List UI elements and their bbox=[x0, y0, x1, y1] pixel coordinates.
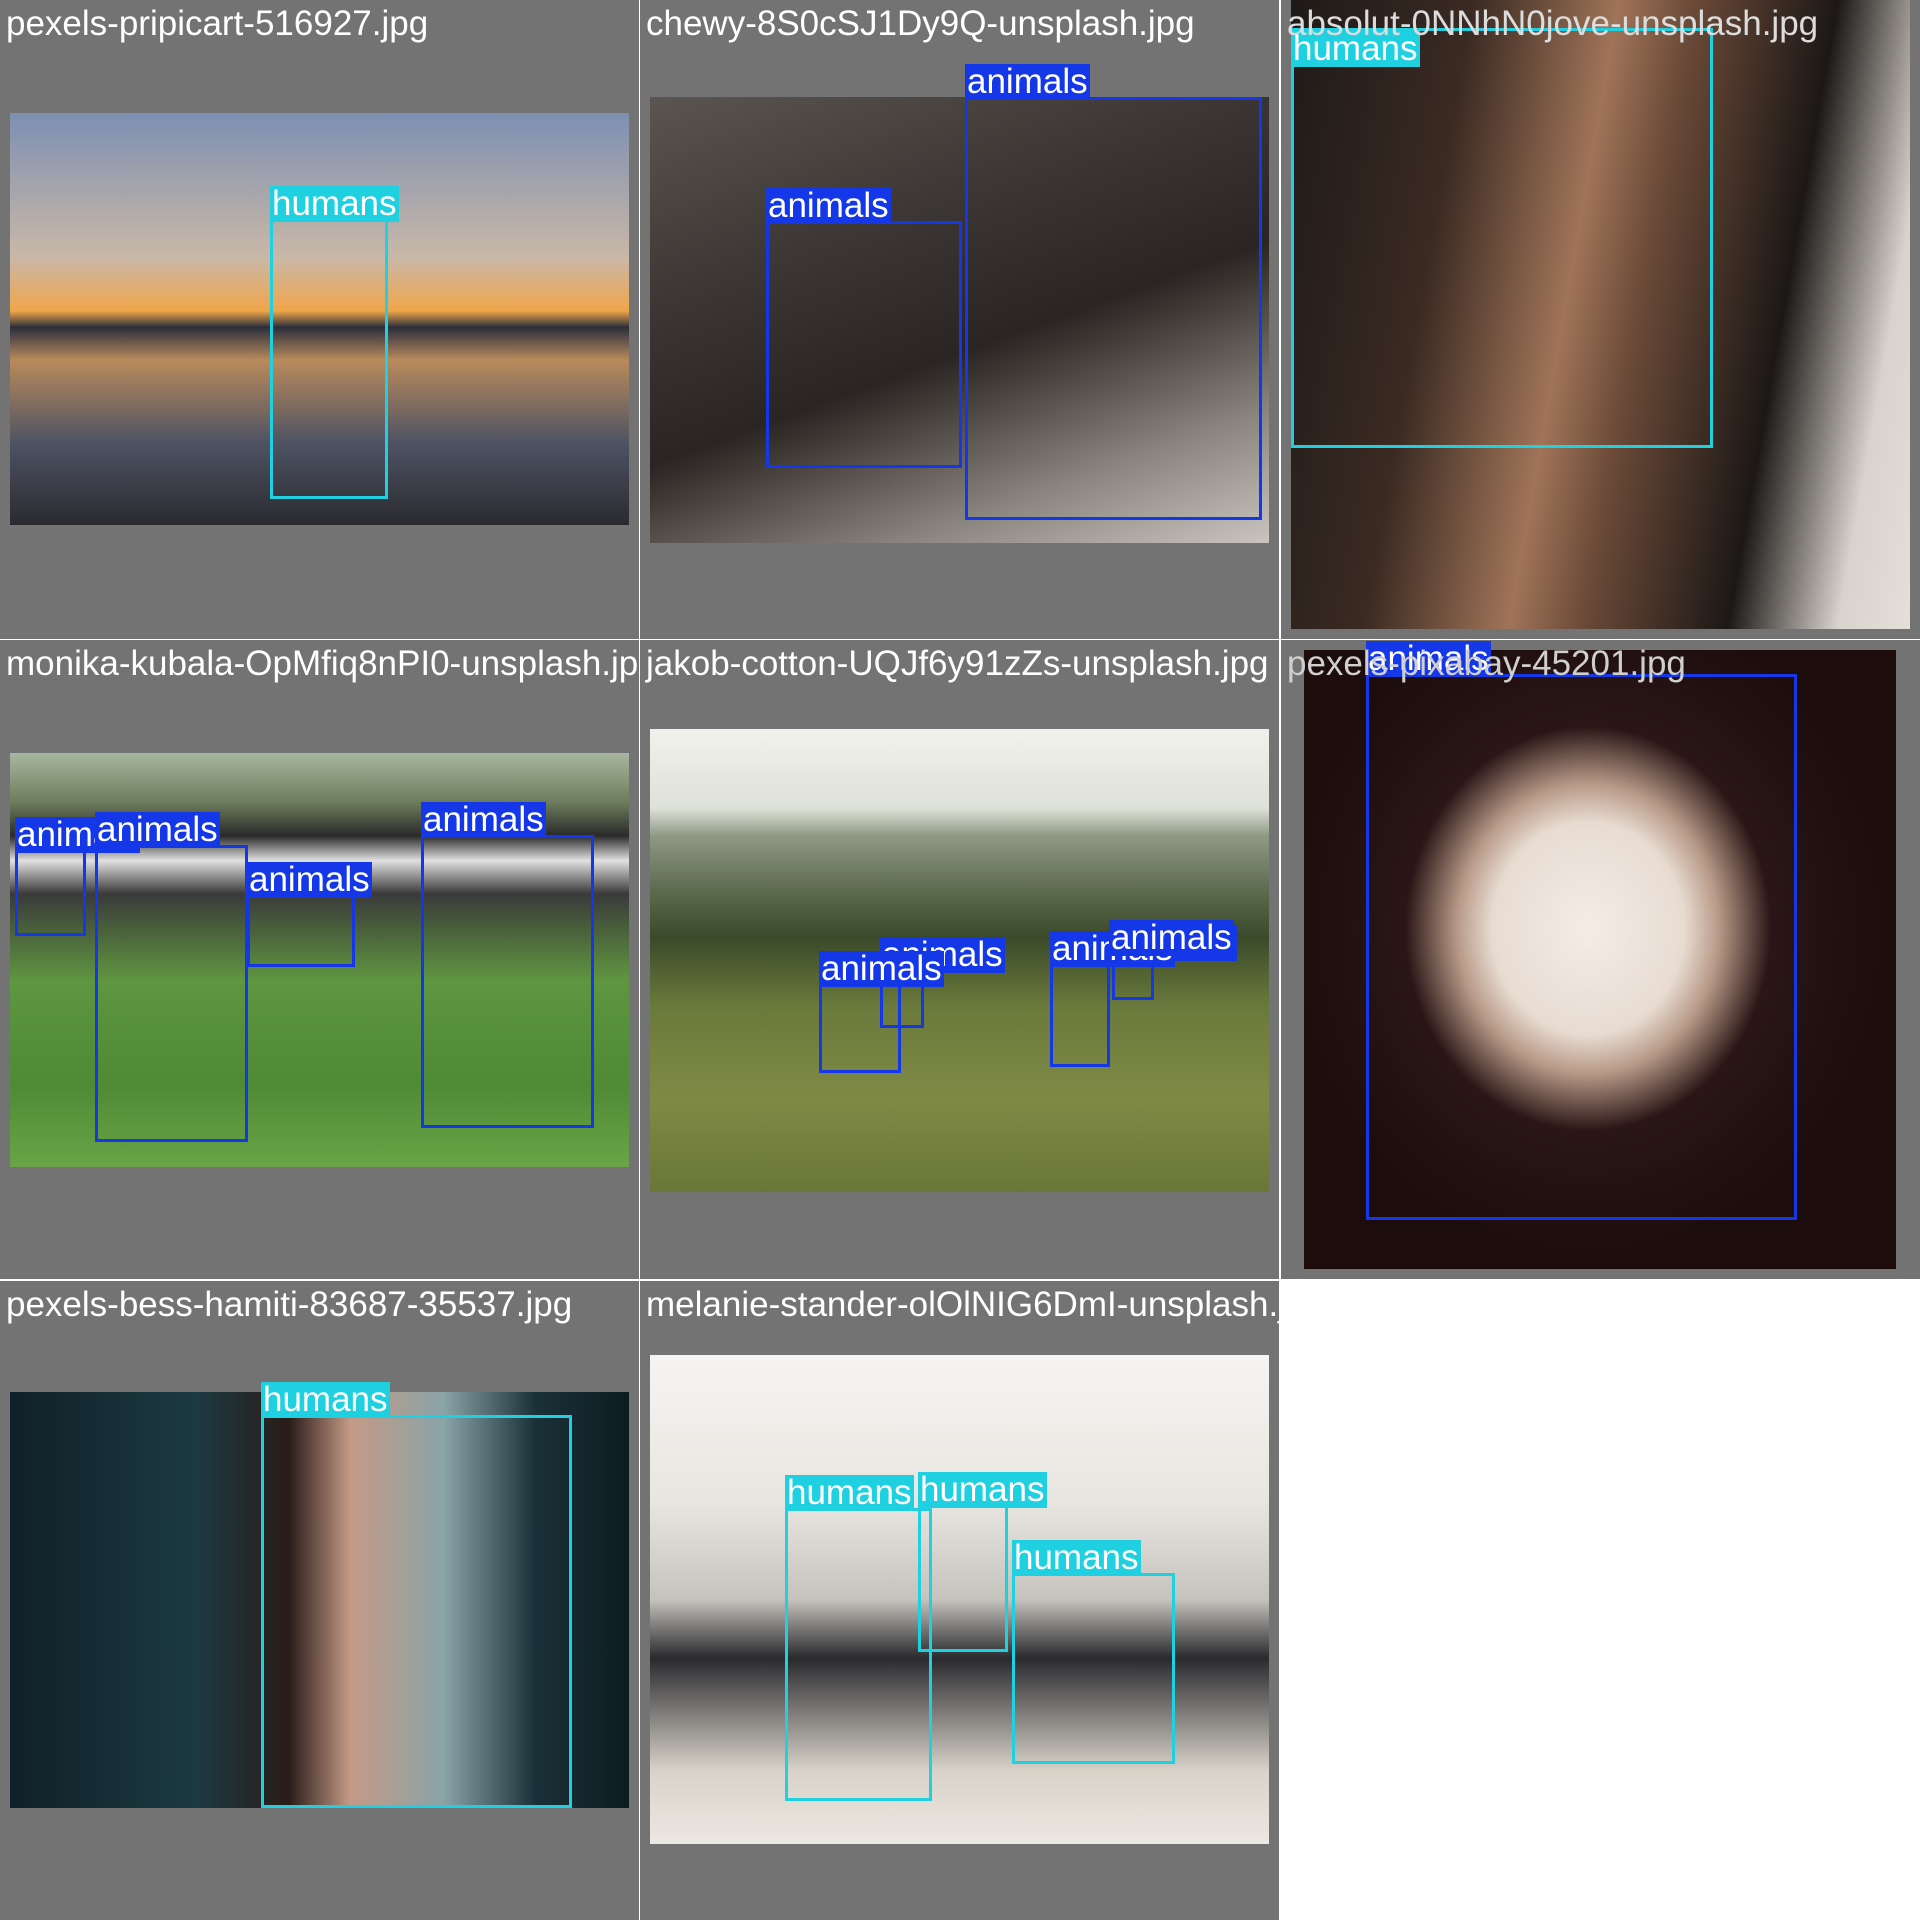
tile-filename: absolut-0NNhN0jove-unsplash.jpg bbox=[1287, 4, 1819, 43]
detection-label: animals bbox=[1109, 918, 1234, 957]
detection-box: humans bbox=[1291, 28, 1713, 448]
detection-box: animals bbox=[766, 188, 962, 468]
detection-box: animals bbox=[95, 812, 248, 1142]
detection-results-grid: pexels-pripicart-516927.jpg humans chewy… bbox=[0, 0, 1920, 1920]
tile-filename: melanie-stander-olOlNIG6DmI-unsplash.jpg bbox=[646, 1285, 1279, 1324]
tile-filename: pexels-pripicart-516927.jpg bbox=[6, 4, 429, 43]
detection-label: animals bbox=[247, 860, 372, 899]
detection-box: animals bbox=[421, 802, 594, 1128]
detection-label: animals bbox=[965, 62, 1090, 101]
image-tile: melanie-stander-olOlNIG6DmI-unsplash.jpg… bbox=[640, 1281, 1279, 1920]
detection-label: humans bbox=[1012, 1538, 1141, 1577]
detection-label: animals bbox=[421, 800, 546, 839]
detection-box: animals bbox=[965, 64, 1262, 520]
detection-label: humans bbox=[918, 1470, 1047, 1509]
image-tile: pexels-pripicart-516927.jpg humans bbox=[0, 0, 639, 639]
image-tile: chewy-8S0cSJ1Dy9Q-unsplash.jpg animals a… bbox=[640, 0, 1279, 639]
detection-box: humans bbox=[918, 1472, 1047, 1652]
tile-filename: monika-kubala-OpMfiq8nPI0-unsplash.jpg bbox=[6, 644, 639, 683]
detection-box: animals bbox=[15, 817, 140, 936]
detection-label: humans bbox=[270, 184, 399, 223]
detection-label: humans bbox=[785, 1473, 914, 1512]
image-tile: monika-kubala-OpMfiq8nPI0-unsplash.jpg a… bbox=[0, 640, 639, 1279]
image-tile: pexels-pixabay-45201.jpg animals bbox=[1281, 640, 1920, 1279]
detection-box: animals bbox=[247, 862, 372, 967]
tile-filename: jakob-cotton-UQJf6y91zZs-unsplash.jpg bbox=[646, 644, 1269, 683]
image-tile: jakob-cotton-UQJf6y91zZs-unsplash.jpg an… bbox=[640, 640, 1279, 1279]
detection-box: humans bbox=[1012, 1540, 1175, 1764]
tile-filename: pexels-bess-hamiti-83687-35537.jpg bbox=[6, 1285, 573, 1324]
image-tile: absolut-0NNhN0jove-unsplash.jpg humans bbox=[1281, 0, 1920, 639]
tile-filename: pexels-pixabay-45201.jpg bbox=[1287, 644, 1686, 683]
detection-label: animals bbox=[766, 186, 891, 225]
detection-label: humans bbox=[261, 1380, 390, 1419]
detection-box: animals bbox=[1366, 641, 1797, 1220]
detection-box: humans bbox=[270, 186, 399, 499]
image-tile: pexels-bess-hamiti-83687-35537.jpg human… bbox=[0, 1281, 639, 1920]
detection-label: animals bbox=[95, 810, 220, 849]
detection-box: humans bbox=[261, 1382, 572, 1808]
detection-box: humans bbox=[785, 1475, 932, 1801]
detection-box: animals bbox=[1109, 920, 1234, 958]
detection-box: animals bbox=[1050, 931, 1175, 1067]
detection-label: animals bbox=[819, 949, 944, 988]
tile-filename: chewy-8S0cSJ1Dy9Q-unsplash.jpg bbox=[646, 4, 1195, 43]
detection-box: animals bbox=[819, 951, 944, 1073]
